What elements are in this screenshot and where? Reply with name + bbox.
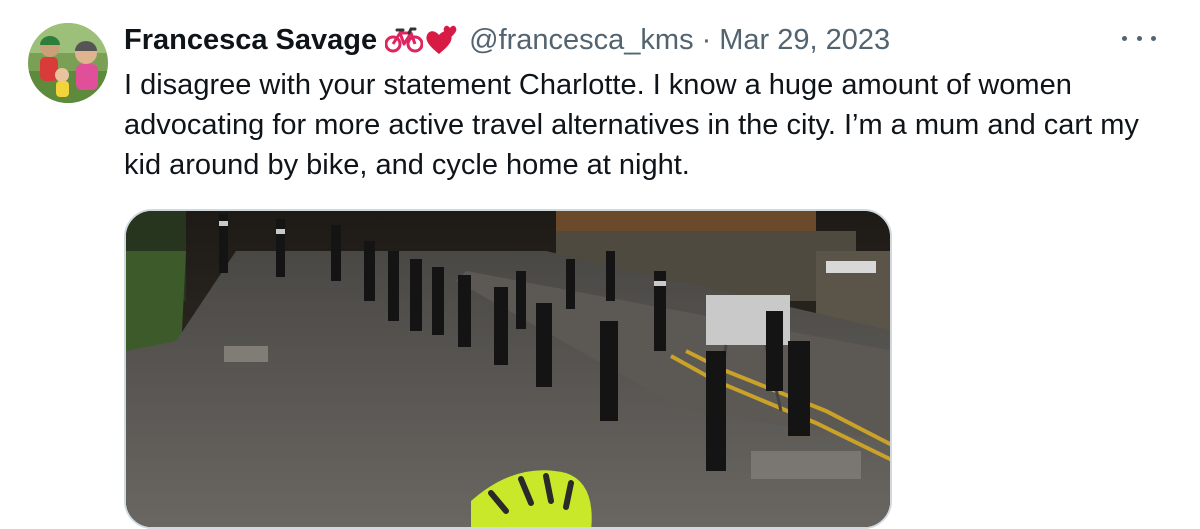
tweet-header: Francesca Savage @francesca_kms · Mar 29… [124,20,890,60]
header-separator: · [701,23,712,56]
tweet[interactable]: Francesca Savage @francesca_kms · Mar 29… [0,0,1200,529]
tweet-text: I disagree with your statement Charlotte… [124,69,1139,181]
author-handle[interactable]: @francesca_kms [469,24,693,57]
avatar[interactable] [28,23,108,103]
two-hearts-emoji-icon [425,24,459,56]
more-options-icon[interactable] [1122,28,1156,48]
bicycle-emoji-icon [385,27,424,53]
tweet-media-photo[interactable] [124,209,892,529]
author-display-name[interactable]: Francesca Savage [124,24,377,57]
tweet-date[interactable]: Mar 29, 2023 [719,24,890,57]
